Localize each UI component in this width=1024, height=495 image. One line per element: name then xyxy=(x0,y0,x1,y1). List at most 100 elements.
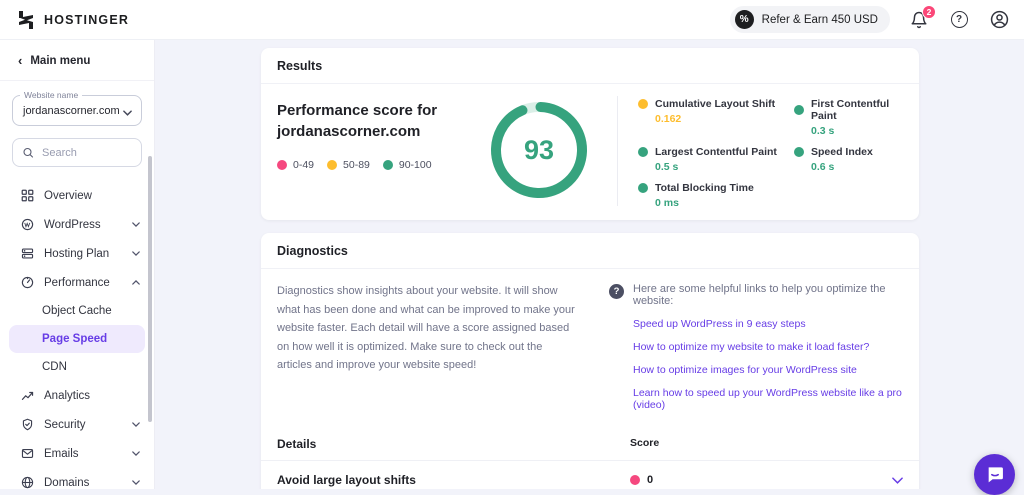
sidebar-item-cdn[interactable]: CDN xyxy=(0,353,154,381)
score-number: 0 xyxy=(647,474,653,486)
sidebar-item-label: Page Speed xyxy=(42,333,107,345)
globe-icon xyxy=(21,476,34,489)
website-select-label: Website name xyxy=(20,90,82,100)
metric-dot xyxy=(638,147,648,157)
sidebar-item-label: CDN xyxy=(42,361,67,373)
diagnostics-table: Details Score Avoid large layout shifts … xyxy=(261,428,919,489)
diagnostics-card-title: Diagnostics xyxy=(261,233,919,269)
legend-dot-warn xyxy=(327,160,337,170)
diagnostics-table-header: Details Score xyxy=(261,428,919,461)
chevron-down-icon xyxy=(132,451,140,456)
diagnostics-card: Diagnostics Diagnostics show insights ab… xyxy=(261,233,919,489)
sidebar-item-label: Emails xyxy=(44,448,79,460)
chevron-down-icon xyxy=(132,251,140,256)
sidebar-item-performance[interactable]: Performance xyxy=(0,268,154,297)
legend-dot-bad xyxy=(277,160,287,170)
search-box[interactable] xyxy=(12,138,142,167)
notifications-button[interactable]: 2 xyxy=(908,9,930,31)
search-icon xyxy=(22,146,34,159)
refer-earn-button[interactable]: % Refer & Earn 450 USD xyxy=(730,6,890,33)
chart-icon xyxy=(21,389,34,402)
sidebar-item-label: Overview xyxy=(44,190,92,202)
metric-value: 0.3 s xyxy=(811,125,903,137)
sidebar-scrollbar[interactable] xyxy=(148,156,152,422)
metric-first-contentful-paint: First Contentful Paint 0.3 s xyxy=(794,98,903,143)
notification-badge: 2 xyxy=(922,5,936,19)
speedometer-icon xyxy=(21,276,34,289)
help-icon: ? xyxy=(951,11,968,28)
sidebar-item-label: Object Cache xyxy=(42,305,112,317)
metric-speed-index: Speed Index 0.6 s xyxy=(794,146,903,179)
link-speed-up-video[interactable]: Learn how to speed up your WordPress web… xyxy=(633,387,903,411)
metric-dot xyxy=(794,147,804,157)
refer-earn-label: Refer & Earn 450 USD xyxy=(762,14,878,26)
main-menu-back-link[interactable]: ‹ Main menu xyxy=(0,40,154,81)
help-button[interactable]: ? xyxy=(948,9,970,31)
main-content: Results Performance score for jordanasco… xyxy=(155,40,1024,489)
discount-icon: % xyxy=(735,10,754,29)
chevron-down-icon xyxy=(123,107,132,119)
legend-dot-good xyxy=(383,160,393,170)
sidebar-item-overview[interactable]: Overview xyxy=(0,181,154,210)
search-input[interactable] xyxy=(42,147,132,159)
hostinger-logo-icon xyxy=(16,10,36,30)
metric-largest-contentful-paint: Largest Contentful Paint 0.5 s xyxy=(638,146,788,179)
link-optimize-website[interactable]: How to optimize my website to make it lo… xyxy=(633,341,903,353)
metric-dot xyxy=(638,99,648,109)
score-value: 93 xyxy=(489,100,589,200)
score-legend: 0-49 50-89 90-100 xyxy=(277,159,465,171)
sidebar-item-security[interactable]: Security xyxy=(0,410,154,439)
top-bar: HOSTINGER % Refer & Earn 450 USD 2 ? xyxy=(0,0,1024,40)
sidebar-item-label: Hosting Plan xyxy=(44,248,109,260)
table-row-avoid-layout-shifts[interactable]: Avoid large layout shifts 0 xyxy=(261,461,919,489)
legend-item-warn: 50-89 xyxy=(327,159,370,171)
legend-item-good: 90-100 xyxy=(383,159,432,171)
chat-icon xyxy=(985,465,1005,484)
profile-button[interactable] xyxy=(988,9,1010,31)
metric-value: 0 ms xyxy=(655,197,788,209)
results-card-title: Results xyxy=(261,48,919,84)
hostinger-logo: HOSTINGER xyxy=(16,10,129,30)
metric-value: 0.5 s xyxy=(655,161,788,173)
sidebar-item-page-speed[interactable]: Page Speed xyxy=(9,325,145,353)
website-select[interactable]: Website name jordanascorner.com xyxy=(12,95,142,126)
brand-name: HOSTINGER xyxy=(44,13,129,27)
sidebar-item-hosting-plan[interactable]: Hosting Plan xyxy=(0,239,154,268)
links-intro: Here are some helpful links to help you … xyxy=(633,283,903,307)
chevron-down-icon xyxy=(132,422,140,427)
sidebar-item-domains[interactable]: Domains xyxy=(0,468,154,495)
grid-icon xyxy=(21,189,34,202)
chevron-up-icon xyxy=(132,280,140,285)
performance-title-line1: Performance score for xyxy=(277,102,437,119)
metric-value: 0.6 s xyxy=(811,161,903,173)
sidebar-item-emails[interactable]: Emails xyxy=(0,439,154,468)
sidebar-item-label: Performance xyxy=(44,277,110,289)
sidebar-item-wordpress[interactable]: WordPress xyxy=(0,210,154,239)
diagnostics-description: Diagnostics show insights about your web… xyxy=(277,282,579,411)
metric-cumulative-layout-shift: Cumulative Layout Shift 0.162 xyxy=(638,98,788,143)
mail-icon xyxy=(21,447,34,460)
chevron-down-icon xyxy=(132,480,140,485)
sidebar-item-label: Domains xyxy=(44,477,89,489)
profile-icon xyxy=(990,10,1009,29)
metric-value: 0.162 xyxy=(655,113,788,125)
website-select-value: jordanascorner.com xyxy=(23,105,120,117)
metric-total-blocking-time: Total Blocking Time 0 ms xyxy=(638,182,788,215)
sidebar-nav: Overview WordPress Hosting Plan xyxy=(0,179,154,495)
column-header-score: Score xyxy=(630,437,659,451)
sidebar-item-label: Analytics xyxy=(44,390,90,402)
link-optimize-images[interactable]: How to optimize images for your WordPres… xyxy=(633,364,903,376)
performance-title-domain: jordanascorner.com xyxy=(277,123,420,140)
chevron-down-icon[interactable] xyxy=(892,477,903,484)
metrics-grid: Cumulative Layout Shift 0.162 First Cont… xyxy=(624,94,903,206)
sidebar-item-analytics[interactable]: Analytics xyxy=(0,381,154,410)
results-divider xyxy=(617,96,618,206)
wordpress-icon xyxy=(21,218,34,231)
sidebar-item-object-cache[interactable]: Object Cache xyxy=(0,297,154,325)
metric-dot xyxy=(794,105,804,115)
chevron-down-icon xyxy=(132,222,140,227)
link-speed-up-wordpress[interactable]: Speed up WordPress in 9 easy steps xyxy=(633,318,903,330)
sidebar-item-label: Security xyxy=(44,419,86,431)
score-dot xyxy=(630,475,640,485)
shield-icon xyxy=(21,418,34,431)
